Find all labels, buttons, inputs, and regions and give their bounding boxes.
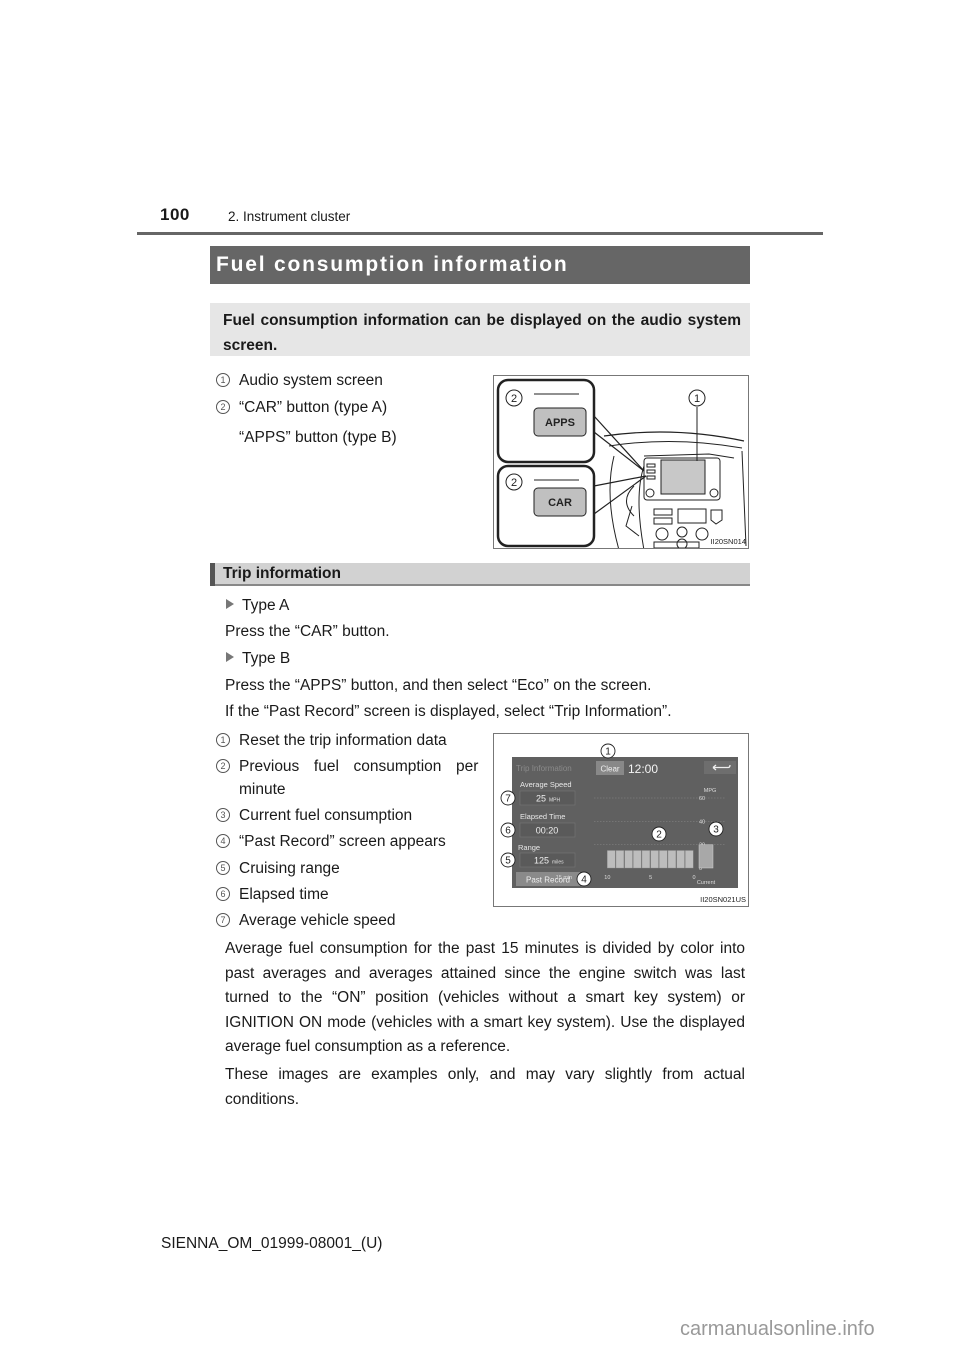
range-unit: miles: [552, 860, 564, 866]
callout-number: 2: [216, 400, 230, 414]
marker-5: 5: [500, 852, 516, 868]
callout-previous-consumption-cont: minute: [239, 781, 286, 798]
heading-accent-bar: [210, 563, 215, 586]
svg-text:3: 3: [713, 825, 719, 836]
y-tick-label: 60: [699, 796, 705, 802]
x-tick-label: 0: [692, 875, 695, 881]
svg-text:7: 7: [505, 794, 511, 805]
callout-label: Previous fuel consumption per: [239, 758, 479, 775]
consumption-bar: [659, 850, 668, 869]
type-a-instruction: Press the “CAR” button.: [225, 623, 390, 640]
callout-number: 1: [216, 373, 230, 387]
type-a-text: Type A: [242, 597, 290, 614]
elapsed-time-label: Elapsed Time: [520, 812, 565, 821]
type-b-text: Type B: [242, 650, 291, 667]
header-divider: [137, 232, 823, 235]
marker-3: 3: [708, 821, 724, 837]
consumption-bar: [624, 850, 633, 869]
current-consumption-bar: [698, 844, 714, 869]
clear-button[interactable]: Clear: [600, 765, 619, 774]
consumption-bar: [633, 850, 642, 869]
unit-label: MPG: [704, 788, 717, 794]
svg-text:5: 5: [505, 856, 511, 867]
apps-button-label: APPS: [545, 417, 575, 429]
callout-label: Audio system screen: [239, 372, 383, 389]
avg-speed-value: 25: [536, 794, 546, 804]
y-tick-label: 40: [699, 819, 705, 825]
current-label: Current: [697, 880, 716, 886]
trip-info-heading: Trip information: [210, 563, 750, 586]
screen-title: Trip Information: [516, 764, 572, 773]
marker-6: 6: [500, 822, 516, 838]
dashboard-illustration: APPS CAR 2 2 1 II20SN014: [493, 375, 749, 549]
heading-text: Trip information: [223, 565, 341, 582]
callout-label: Average vehicle speed: [239, 912, 396, 929]
consumption-bar: [615, 850, 625, 869]
callout-label: Cruising range: [239, 860, 340, 877]
x-tick-label: 15 min: [556, 875, 573, 881]
callout-number: 6: [216, 887, 230, 901]
callout-label: “Past Record” screen appears: [239, 833, 446, 850]
marker-7: 7: [500, 790, 516, 806]
type-b-label: Type B: [226, 647, 290, 671]
svg-text:2: 2: [656, 830, 662, 841]
avg-speed-label: Average Speed: [520, 780, 572, 789]
trip-info-screen: Trip Information Clear 12:00 Average Spe…: [500, 743, 746, 904]
section-title: Fuel consumption information: [210, 246, 750, 284]
type-a-label: Type A: [226, 594, 289, 618]
range-label: Range: [518, 843, 540, 852]
clock: 12:00: [628, 762, 658, 776]
marker-1-screen: 1: [688, 389, 706, 407]
consumption-bar: [685, 850, 694, 869]
marker-2-apps: 2: [505, 389, 523, 407]
callout-apps-button: “APPS” button (type B): [239, 429, 397, 446]
marker-1: 1: [600, 743, 616, 759]
triangle-bullet-icon: [226, 652, 234, 662]
svg-text:2: 2: [511, 393, 517, 405]
note-average-consumption: Average fuel consumption for the past 15…: [225, 940, 745, 1055]
consumption-bar: [676, 850, 685, 869]
trip-info-screen-illustration: Trip Information Clear 12:00 Average Spe…: [493, 733, 749, 907]
figure-code: II20SN021US: [700, 895, 746, 904]
callout-label: Current fuel consumption: [239, 807, 413, 824]
callout-number: 7: [216, 913, 230, 927]
callout-number: 1: [216, 733, 230, 747]
svg-text:6: 6: [505, 826, 511, 837]
consumption-bar: [641, 850, 651, 869]
x-tick-label: 5: [649, 875, 652, 881]
elapsed-time-value: 00:20: [536, 826, 559, 836]
past-record-note: If the “Past Record” screen is displayed…: [225, 703, 672, 720]
svg-text:2: 2: [511, 477, 517, 489]
marker-2-car: 2: [505, 473, 523, 491]
marker-4: 4: [576, 871, 592, 887]
section-intro: Fuel consumption information can be disp…: [210, 303, 750, 356]
svg-text:4: 4: [581, 875, 587, 886]
consumption-bar: [650, 850, 659, 869]
svg-text:1: 1: [694, 393, 700, 405]
page-number: 100: [160, 205, 190, 224]
car-button-label: CAR: [548, 497, 572, 509]
callout-label: Elapsed time: [239, 886, 329, 903]
watermark[interactable]: carmanualsonline.info: [680, 1318, 875, 1341]
x-tick-label: 10: [604, 875, 610, 881]
callout-number: 5: [216, 861, 230, 875]
callout-number: 4: [216, 834, 230, 848]
marker-2: 2: [651, 826, 667, 842]
callout-label: Reset the trip information data: [239, 732, 447, 749]
range-value: 125: [534, 856, 549, 866]
figure-code: II20SN014: [711, 537, 746, 546]
svg-text:1: 1: [605, 747, 611, 758]
document-id: SIENNA_OM_01999-08001_(U): [161, 1235, 383, 1252]
note-examples-only: These images are examples only, and may …: [225, 1066, 745, 1108]
type-b-instruction: Press the “APPS” button, and then select…: [225, 677, 652, 694]
consumption-bar: [667, 850, 677, 869]
consumption-bar: [607, 850, 616, 869]
triangle-bullet-icon: [226, 599, 234, 609]
chapter-title: 2. Instrument cluster: [228, 209, 351, 224]
callout-number: 3: [216, 808, 230, 822]
callout-label: “CAR” button (type A): [239, 399, 388, 416]
dashboard-drawing: APPS CAR 2 2 1 II20SN014: [496, 378, 747, 548]
callout-number: 2: [216, 759, 230, 773]
avg-speed-unit: MPH: [549, 798, 561, 804]
